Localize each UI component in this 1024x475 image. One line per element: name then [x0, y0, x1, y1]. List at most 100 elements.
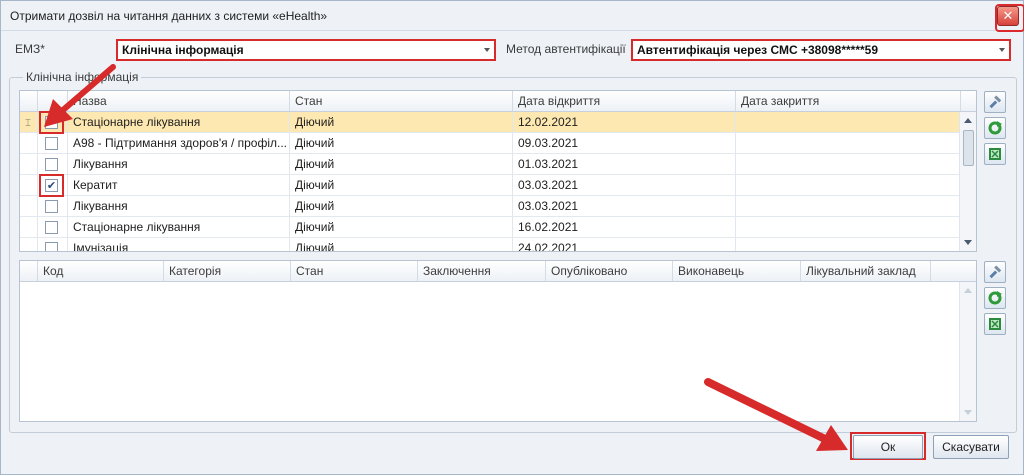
row-indicator: [20, 175, 38, 195]
excel-export-icon: [989, 148, 1001, 160]
chevron-down-icon[interactable]: [999, 48, 1005, 52]
cell-state: Діючий: [290, 154, 513, 174]
row-indicator: ⌶: [20, 112, 38, 132]
emz-label: ЕМЗ*: [15, 42, 45, 56]
column-header-state[interactable]: Стан: [291, 261, 418, 281]
row-checkbox[interactable]: [45, 221, 58, 234]
checkbox-header[interactable]: [38, 91, 68, 111]
scroll-thumb[interactable]: [963, 130, 974, 166]
cell-closed: [736, 196, 961, 216]
emz-combobox[interactable]: Клінічна інформація: [116, 39, 496, 61]
column-header-state[interactable]: Стан: [290, 91, 513, 111]
cell-state: Діючий: [290, 112, 513, 132]
cell-closed: [736, 133, 961, 153]
column-header-published[interactable]: Опубліковано: [546, 261, 673, 281]
scroll-up-icon[interactable]: [964, 288, 972, 293]
excel-export-button[interactable]: [984, 313, 1006, 335]
cell-state: Діючий: [290, 175, 513, 195]
grid-header: Код Категорія Стан Заключення Опублікова…: [20, 261, 976, 282]
excel-export-button[interactable]: [984, 143, 1006, 165]
column-header-facility[interactable]: Лікувальний заклад: [801, 261, 931, 281]
refresh-button[interactable]: [984, 117, 1006, 139]
cell-name: Імунізація: [68, 238, 290, 251]
row-checkbox[interactable]: [45, 242, 58, 251]
table-row[interactable]: ✔ Кератит Діючий 03.03.2021: [20, 174, 961, 197]
cell-name: A98 - Підтримання здоров'я / профіл...: [68, 133, 290, 153]
cell-opened: 01.03.2021: [513, 154, 736, 174]
cell-opened: 12.02.2021: [513, 112, 736, 132]
tools-icon: [989, 265, 1002, 279]
table-row[interactable]: Лікування Діючий 03.03.2021: [20, 196, 961, 217]
group-legend: Клінічна інформація: [23, 70, 142, 84]
title-bar: Отримати дозвіл на читання данних з сист…: [1, 1, 1024, 32]
records-grid: Код Категорія Стан Заключення Опублікова…: [19, 260, 977, 422]
table-row[interactable]: Лікування Діючий 01.03.2021: [20, 154, 961, 175]
close-button[interactable]: ✕: [995, 4, 1024, 32]
cell-state: Діючий: [290, 133, 513, 153]
table-row[interactable]: ⌶ ✔ Стаціонарне лікування Діючий 12.02.2021: [20, 111, 961, 134]
indicator-header: [20, 261, 38, 281]
cell-name: Стаціонарне лікування: [68, 217, 290, 237]
auth-method-label: Метод автентифікації: [506, 42, 626, 56]
row-indicator: [20, 133, 38, 153]
cell-opened: 16.02.2021: [513, 217, 736, 237]
cell-opened: 24.02.2021: [513, 238, 736, 251]
chevron-down-icon[interactable]: [484, 48, 490, 52]
column-header-opened[interactable]: Дата відкриття: [513, 91, 736, 111]
checkbox-highlight: [39, 111, 64, 134]
row-indicator: [20, 238, 38, 251]
row-checkbox[interactable]: [45, 158, 58, 171]
emz-value: Клінічна інформація: [122, 43, 244, 57]
row-checkbox[interactable]: [45, 137, 58, 150]
refresh-button[interactable]: [984, 287, 1006, 309]
cell-name: Кератит: [68, 175, 290, 195]
cell-state: Діючий: [290, 217, 513, 237]
table-row[interactable]: Стаціонарне лікування Діючий 16.02.2021: [20, 217, 961, 238]
column-header-conclusion[interactable]: Заключення: [418, 261, 546, 281]
row-indicator: [20, 196, 38, 216]
cell-opened: 09.03.2021: [513, 133, 736, 153]
scroll-down-icon[interactable]: [964, 240, 972, 245]
column-header-name[interactable]: Назва: [68, 91, 290, 111]
tools-button[interactable]: [984, 261, 1006, 283]
refresh-icon: [988, 121, 1002, 135]
vertical-scrollbar[interactable]: [959, 112, 976, 251]
cell-name: Лікування: [68, 196, 290, 216]
cell-closed: [736, 217, 961, 237]
scroll-up-icon[interactable]: [964, 118, 972, 123]
column-header-code[interactable]: Код: [38, 261, 164, 281]
scroll-down-icon[interactable]: [964, 410, 972, 415]
indicator-header: [20, 91, 38, 111]
cell-state: Діючий: [290, 196, 513, 216]
cell-name: Стаціонарне лікування: [68, 112, 290, 132]
cancel-button[interactable]: Скасувати: [933, 435, 1009, 459]
dialog-window: Отримати дозвіл на читання данних з сист…: [0, 0, 1024, 475]
ok-button[interactable]: Ок: [853, 435, 923, 459]
row-cursor-icon: ⌶: [25, 118, 31, 129]
cell-closed: [736, 175, 961, 195]
row-checkbox[interactable]: [45, 200, 58, 213]
refresh-icon: [988, 291, 1002, 305]
cell-name: Лікування: [68, 154, 290, 174]
column-header-performer[interactable]: Виконавець: [673, 261, 801, 281]
cell-closed: [736, 154, 961, 174]
column-header-closed[interactable]: Дата закриття: [736, 91, 961, 111]
tools-icon: [989, 95, 1002, 109]
cell-opened: 03.03.2021: [513, 196, 736, 216]
table-row[interactable]: A98 - Підтримання здоров'я / профіл... Ді…: [20, 133, 961, 154]
cell-state: Діючий: [290, 238, 513, 251]
cell-closed: [736, 112, 961, 132]
episodes-grid: Назва Стан Дата відкриття Дата закриття …: [19, 90, 977, 252]
column-header-category[interactable]: Категорія: [164, 261, 291, 281]
cell-closed: [736, 238, 961, 251]
table-row[interactable]: Імунізація Діючий 24.02.2021: [20, 238, 961, 251]
tools-button[interactable]: [984, 91, 1006, 113]
row-indicator: [20, 154, 38, 174]
auth-method-combobox[interactable]: Автентифікація через СМС +38098*****59: [631, 39, 1011, 61]
cell-opened: 03.03.2021: [513, 175, 736, 195]
window-title: Отримати дозвіл на читання данних з сист…: [10, 9, 328, 23]
close-icon: ✕: [1002, 8, 1014, 24]
vertical-scrollbar[interactable]: [959, 282, 976, 421]
row-indicator: [20, 217, 38, 237]
auth-method-value: Автентифікація через СМС +38098*****59: [637, 43, 879, 57]
